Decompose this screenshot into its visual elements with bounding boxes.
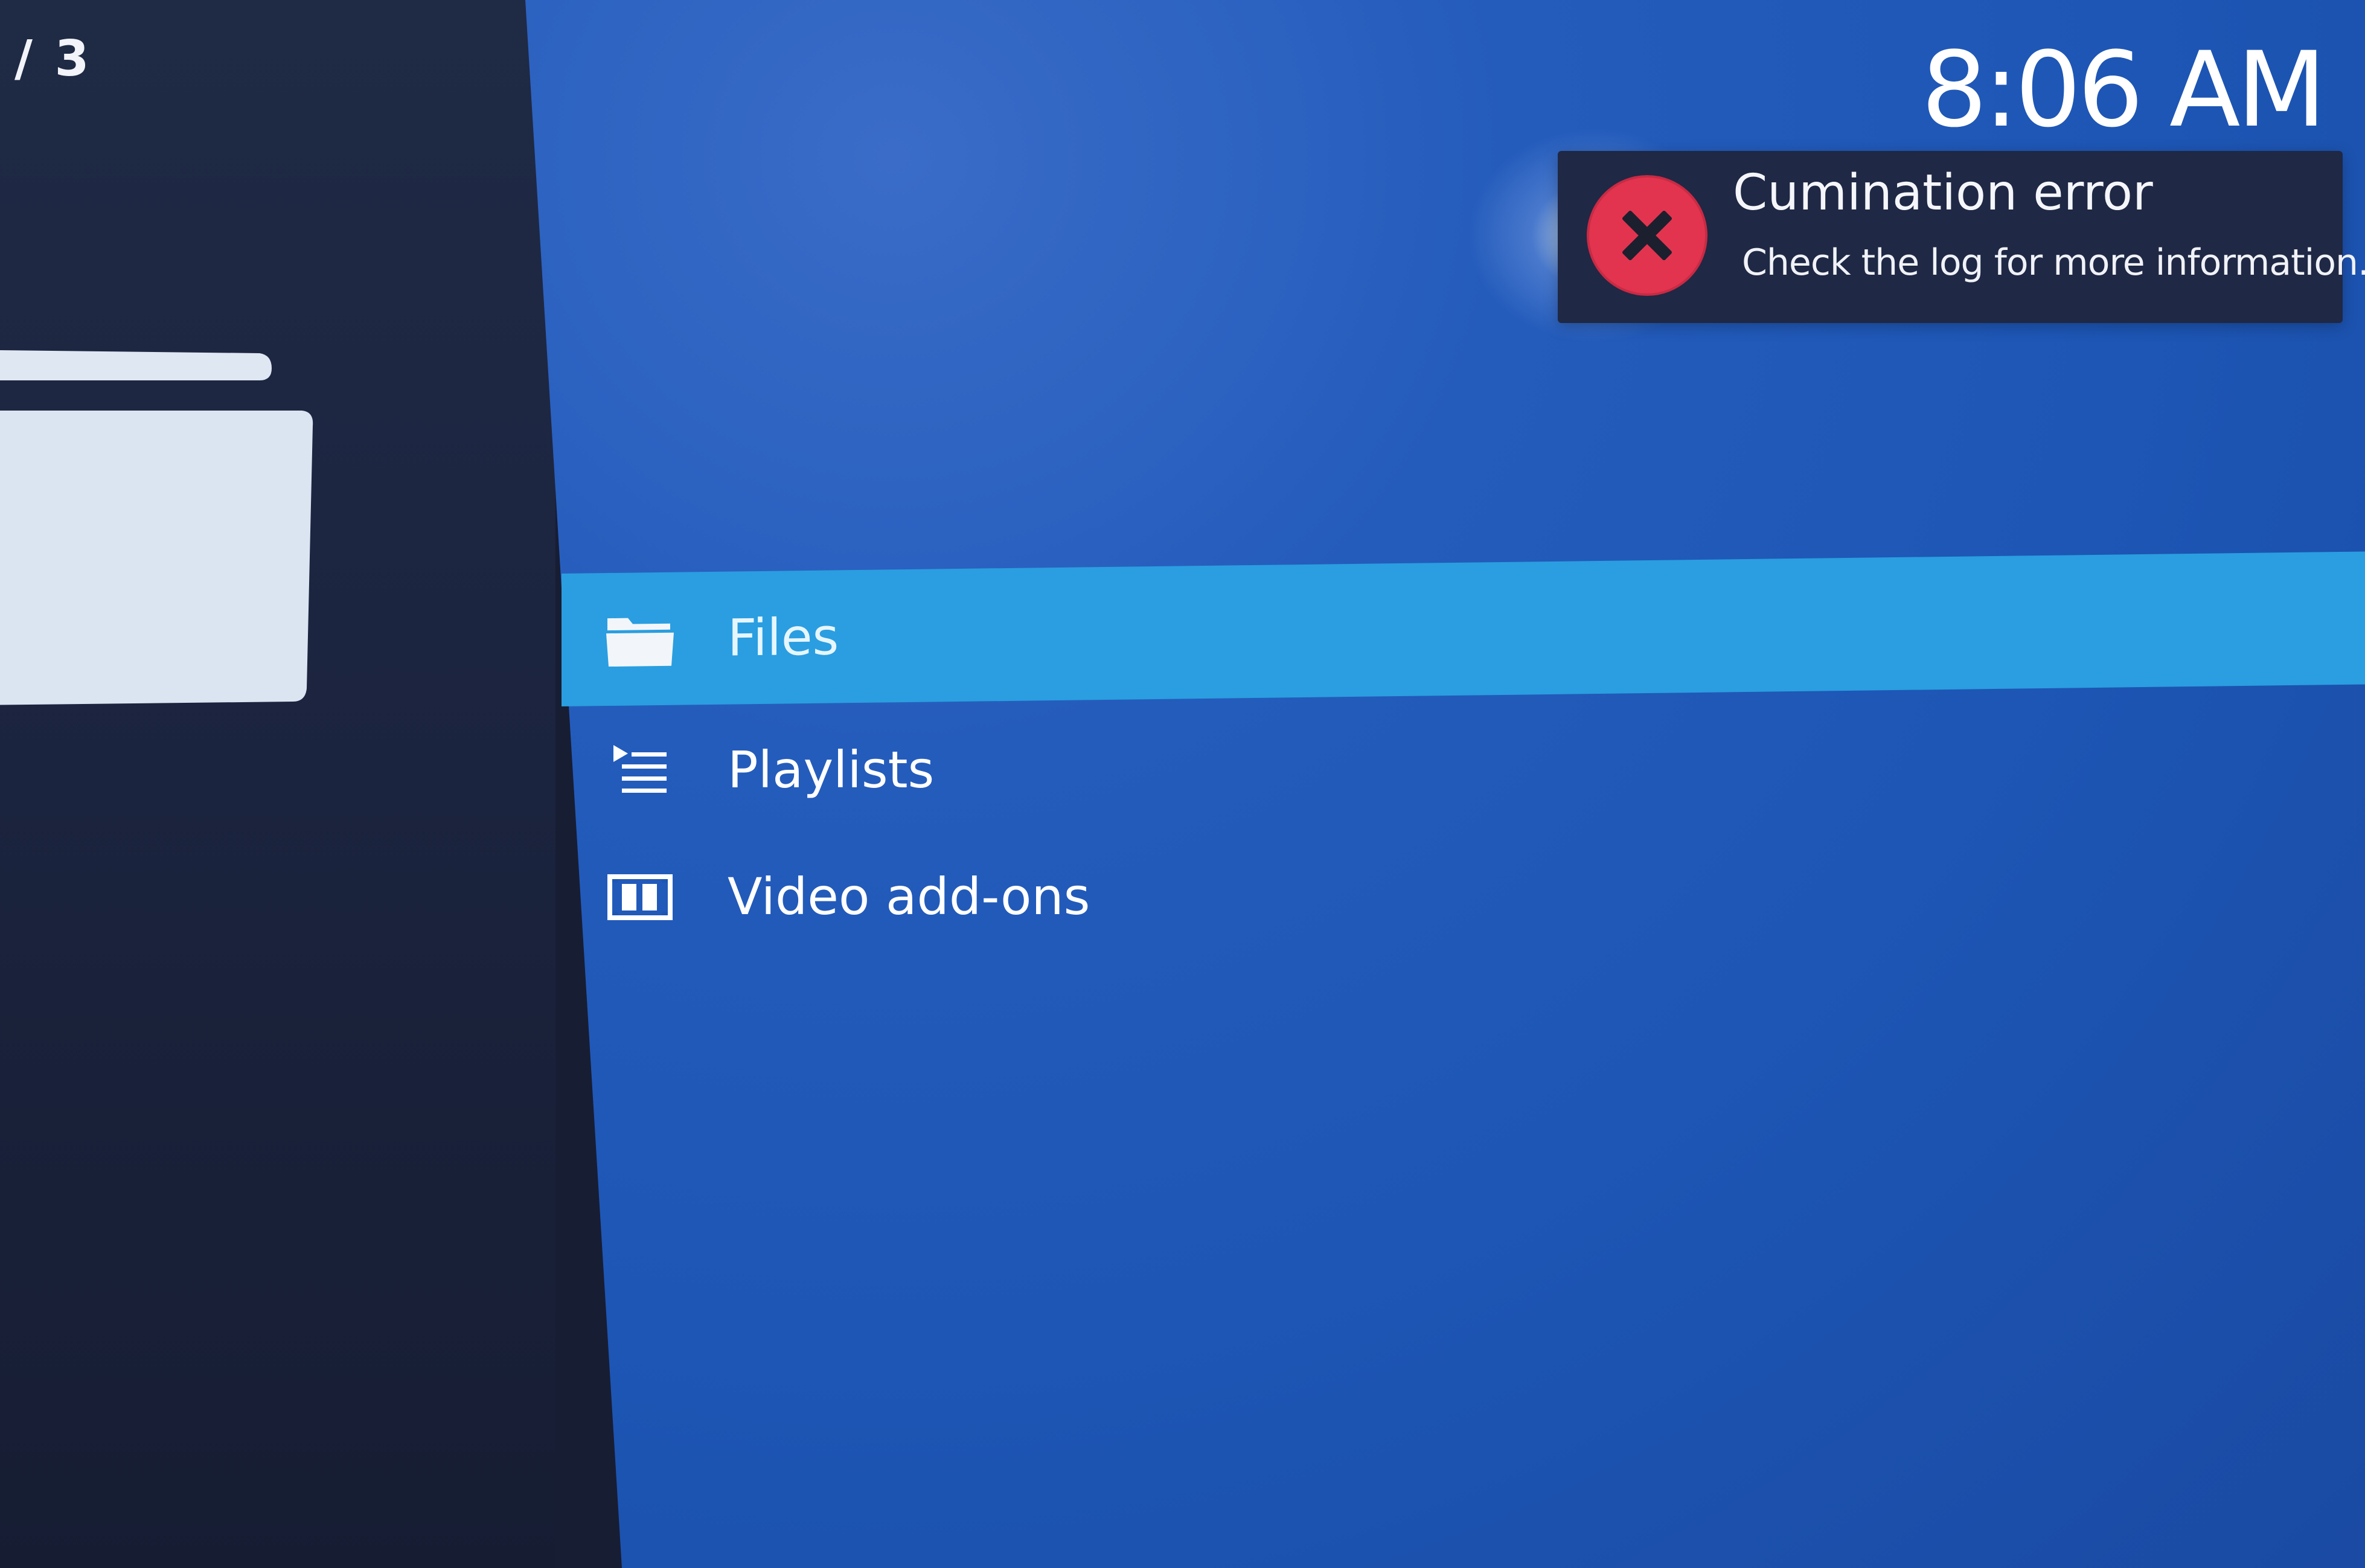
- notification-title: Cumination error: [1733, 164, 2153, 222]
- kodi-video-screen: / 3 8:06 AM Cumination error Check the l…: [0, 0, 2365, 1568]
- menu-item-label: Playlists: [728, 740, 935, 799]
- menu-item-playlists[interactable]: Playlists: [562, 706, 2365, 833]
- playlist-icon: [613, 745, 667, 793]
- menu-item-files[interactable]: Files: [562, 551, 2365, 706]
- error-notification: Cumination error Check the log for more …: [1558, 151, 2365, 323]
- large-folder-icon: [0, 350, 313, 705]
- folder-icon: [606, 618, 674, 667]
- menu-item-label: Files: [728, 607, 839, 668]
- page-counter: / 3: [14, 30, 92, 88]
- menu-item-label: Video add-ons: [728, 867, 1090, 926]
- info-panel: / 3: [0, 0, 555, 1568]
- menu-item-video-addons[interactable]: Video add-ons: [562, 833, 2365, 960]
- film-strip-icon: [607, 874, 673, 920]
- video-menu-list: Files Playlists Video add-ons: [562, 551, 2365, 960]
- clock: 8:06 AM: [1921, 29, 2326, 150]
- error-x-icon: [1587, 175, 1707, 296]
- notification-message: Check the log for more information.: [1742, 242, 2365, 284]
